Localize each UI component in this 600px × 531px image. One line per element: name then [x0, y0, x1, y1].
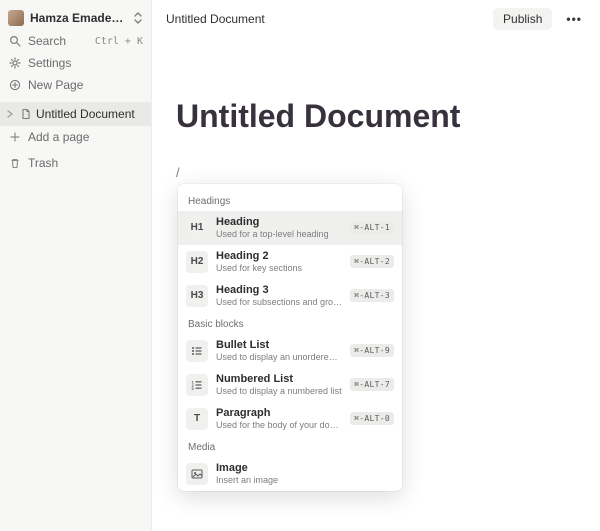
menu-group-label: Basic blocks — [178, 313, 402, 334]
menu-item-title: Heading — [216, 216, 342, 229]
chevron-right-icon[interactable] — [6, 110, 16, 118]
sidebar-new-page-label: New Page — [28, 78, 143, 92]
ellipsis-icon: ••• — [566, 12, 582, 26]
menu-item-title: Paragraph — [216, 407, 342, 420]
topbar: Untitled Document Publish ••• — [152, 0, 600, 38]
menu-item-desc: Used for subsections and group headings — [216, 297, 342, 308]
menu-item[interactable]: ImageInsert an image — [178, 457, 402, 491]
svg-text:3: 3 — [192, 386, 195, 391]
menu-item-shortcut: ⌘-ALT-1 — [350, 221, 394, 234]
main: Untitled Document Publish ••• Untitled D… — [152, 0, 600, 531]
sidebar-settings[interactable]: Settings — [0, 52, 151, 74]
menu-item[interactable]: Bullet ListUsed to display an unordered … — [178, 334, 402, 368]
page-tree-item-label: Untitled Document — [36, 107, 135, 121]
document-title[interactable]: Untitled Document — [176, 98, 576, 135]
sidebar-add-page-label: Add a page — [28, 130, 143, 144]
menu-item-tile-icon: T — [186, 408, 208, 430]
menu-item-desc: Used for key sections — [216, 263, 342, 274]
document-area[interactable]: Untitled Document / HeadingsH1HeadingUse… — [152, 38, 600, 531]
sidebar: Hamza Emadee... Search Ctrl + K Settings… — [0, 0, 152, 531]
menu-item-tile-icon: H3 — [186, 285, 208, 307]
sidebar-settings-label: Settings — [28, 56, 143, 70]
menu-item[interactable]: H1 HeadingUsed for a top-level heading ⌘-A… — [178, 211, 402, 245]
menu-item-texts: HeadingUsed for a top-level heading — [216, 216, 342, 240]
expand-icon — [133, 12, 143, 24]
breadcrumb[interactable]: Untitled Document — [166, 12, 483, 26]
menu-item-title: Numbered List — [216, 373, 342, 386]
slash-menu: Headings H1 HeadingUsed for a top-level he… — [178, 184, 402, 491]
menu-item-texts: ParagraphUsed for the body of your docum… — [216, 407, 342, 431]
menu-item-desc: Used for the body of your document — [216, 420, 342, 431]
menu-item-tile-icon — [186, 340, 208, 362]
menu-item[interactable]: T ParagraphUsed for the body of your docu… — [178, 402, 402, 436]
workspace-switcher[interactable]: Hamza Emadee... — [0, 6, 151, 30]
sidebar-new-page[interactable]: New Page — [0, 74, 151, 96]
menu-item-desc: Used to display a numbered list — [216, 386, 342, 397]
document-icon — [20, 108, 32, 120]
menu-item-title: Image — [216, 462, 394, 475]
menu-item-texts: ImageInsert an image — [216, 462, 394, 486]
menu-item-texts: Bullet ListUsed to display an unordered … — [216, 339, 342, 363]
menu-item-texts: Heading 3Used for subsections and group … — [216, 284, 342, 308]
menu-item-title: Heading 3 — [216, 284, 342, 297]
publish-button[interactable]: Publish — [493, 8, 552, 30]
menu-item-desc: Used for a top-level heading — [216, 229, 342, 240]
slash-command-trigger[interactable]: / — [176, 165, 576, 180]
menu-item-tile-icon: 123 — [186, 374, 208, 396]
menu-item-shortcut: ⌘-ALT-9 — [350, 344, 394, 357]
plus-circle-icon — [8, 79, 22, 91]
menu-item-desc: Insert an image — [216, 475, 394, 486]
more-button[interactable]: ••• — [562, 10, 586, 28]
menu-item[interactable]: 123 Numbered ListUsed to display a number… — [178, 368, 402, 402]
menu-item-shortcut: ⌘-ALT-2 — [350, 255, 394, 268]
menu-item-texts: Heading 2Used for key sections — [216, 250, 342, 274]
sidebar-trash[interactable]: Trash — [0, 152, 151, 174]
menu-item-tile-icon: H2 — [186, 251, 208, 273]
trash-icon — [8, 157, 22, 169]
menu-item[interactable]: H3 Heading 3Used for subsections and grou… — [178, 279, 402, 313]
menu-item-shortcut: ⌘-ALT-3 — [350, 289, 394, 302]
menu-group-label: Headings — [178, 190, 402, 211]
menu-item[interactable]: H2 Heading 2Used for key sections ⌘-ALT-2 — [178, 245, 402, 279]
avatar — [8, 10, 24, 26]
plus-icon — [8, 132, 22, 142]
sidebar-search-shortcut: Ctrl + K — [95, 36, 143, 47]
menu-item-texts: Numbered ListUsed to display a numbered … — [216, 373, 342, 397]
gear-icon — [8, 57, 22, 69]
workspace-name: Hamza Emadee... — [30, 11, 127, 25]
sidebar-search-label: Search — [28, 34, 89, 48]
menu-item-title: Bullet List — [216, 339, 342, 352]
menu-item-shortcut: ⌘-ALT-7 — [350, 378, 394, 391]
menu-group-label: Media — [178, 436, 402, 457]
menu-item-tile-icon: H1 — [186, 217, 208, 239]
sidebar-trash-label: Trash — [28, 156, 143, 170]
page-tree: Untitled Document Add a page — [0, 102, 151, 148]
menu-item-shortcut: ⌘-ALT-0 — [350, 412, 394, 425]
search-icon — [8, 35, 22, 47]
menu-item-title: Heading 2 — [216, 250, 342, 263]
menu-item-desc: Used to display an unordered list — [216, 352, 342, 363]
sidebar-add-page[interactable]: Add a page — [0, 126, 151, 148]
menu-item-tile-icon — [186, 463, 208, 485]
page-tree-item[interactable]: Untitled Document — [0, 102, 151, 126]
sidebar-search[interactable]: Search Ctrl + K — [0, 30, 151, 52]
